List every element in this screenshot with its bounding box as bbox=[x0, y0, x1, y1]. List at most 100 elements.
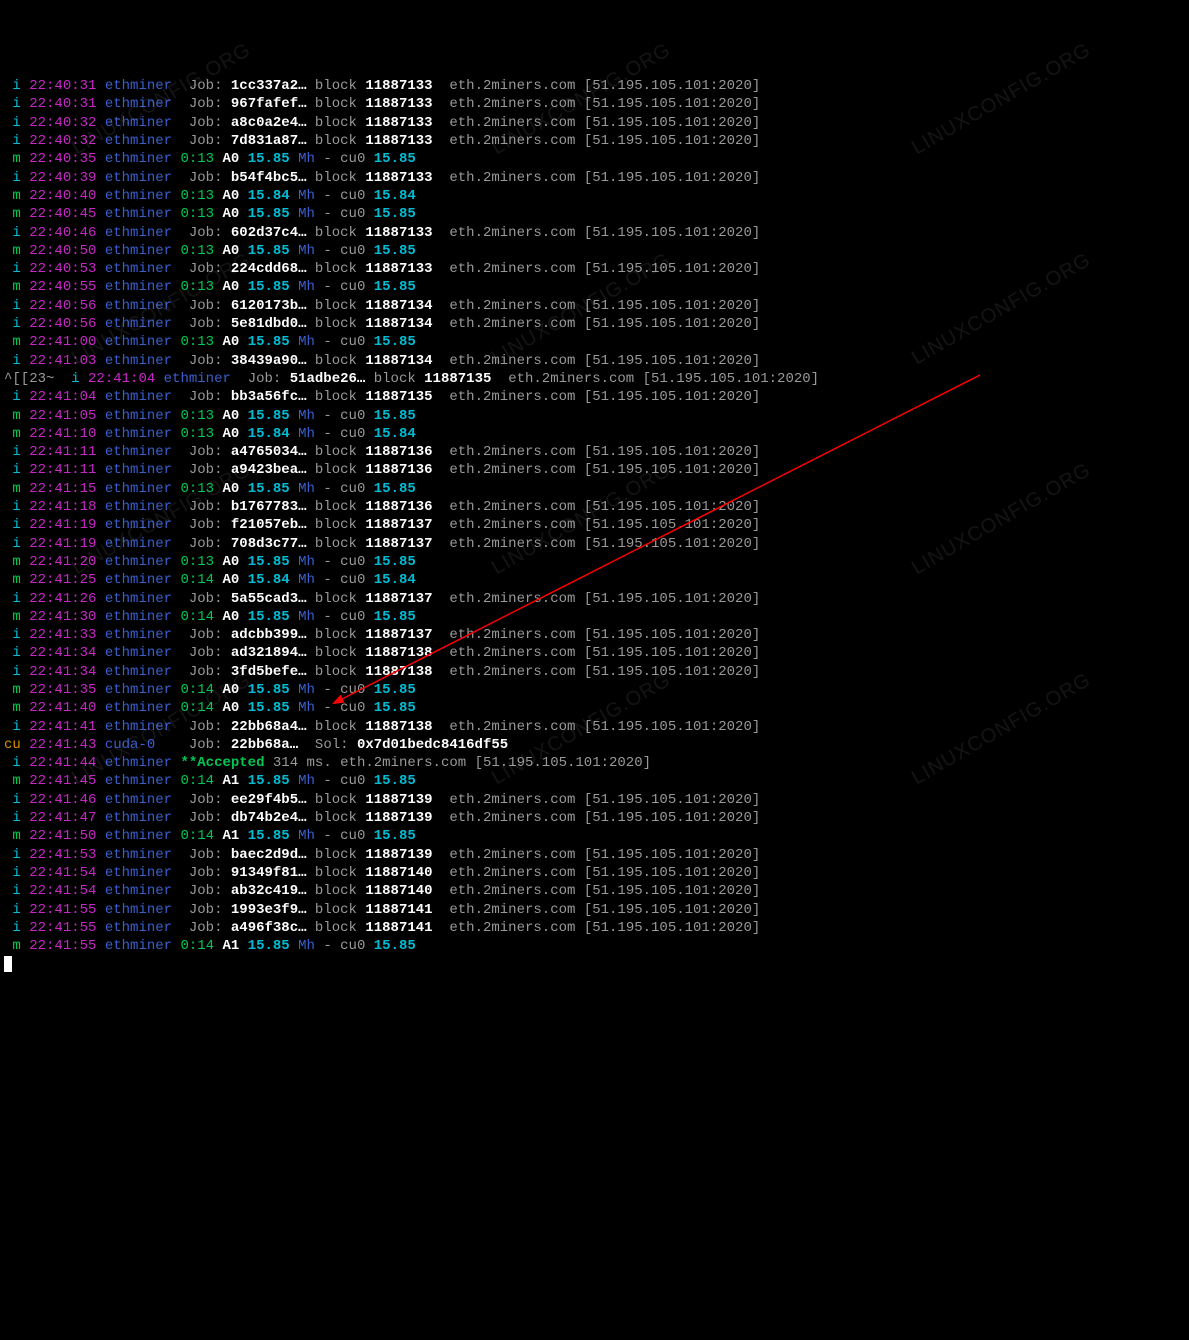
pool-host: eth.2miners.com bbox=[449, 865, 575, 881]
log-level: i bbox=[4, 316, 21, 332]
elapsed-time: 0:14 bbox=[180, 682, 214, 698]
job-hash: 7d831a87… bbox=[231, 133, 307, 149]
pool-endpoint: [51.195.105.101:2020] bbox=[584, 810, 760, 826]
log-level: i bbox=[4, 444, 21, 460]
gpu-hashrate: 15.85 bbox=[374, 408, 416, 424]
gpu-hashrate: 15.85 bbox=[374, 554, 416, 570]
shares-accepted: A0 bbox=[222, 426, 239, 442]
gpu-hashrate: 15.85 bbox=[374, 773, 416, 789]
block-number: 11887134 bbox=[365, 353, 432, 369]
block-number: 11887133 bbox=[365, 225, 432, 241]
pool-endpoint: [51.195.105.101:2020] bbox=[584, 389, 760, 405]
block-number: 11887135 bbox=[365, 389, 432, 405]
elapsed-time: 0:14 bbox=[180, 938, 214, 954]
pool-host: eth.2miners.com bbox=[449, 920, 575, 936]
log-level: m bbox=[4, 828, 21, 844]
log-line: i 22:41:26 ethminer Job: 5a55cad3… block… bbox=[4, 590, 1185, 608]
log-line: i 22:41:55 ethminer Job: 1993e3f9… block… bbox=[4, 901, 1185, 919]
shares-accepted: A0 bbox=[222, 682, 239, 698]
gpu-hashrate: 15.85 bbox=[374, 243, 416, 259]
process-name: ethminer bbox=[105, 572, 172, 588]
log-line: m 22:41:10 ethminer 0:13 A0 15.84 Mh - c… bbox=[4, 425, 1185, 443]
block-number: 11887138 bbox=[365, 645, 432, 661]
pool-host: eth.2miners.com bbox=[449, 298, 575, 314]
log-line: m 22:40:50 ethminer 0:13 A0 15.85 Mh - c… bbox=[4, 242, 1185, 260]
process-name: ethminer bbox=[105, 481, 172, 497]
job-hash: a9423bea… bbox=[231, 462, 307, 478]
shares-accepted: A1 bbox=[222, 828, 239, 844]
elapsed-time: 0:13 bbox=[180, 408, 214, 424]
hashrate: 15.85 bbox=[248, 151, 290, 167]
block-number: 11887136 bbox=[365, 462, 432, 478]
timestamp: 22:41:03 bbox=[29, 353, 96, 369]
log-line: i 22:41:44 ethminer **Accepted 314 ms. e… bbox=[4, 754, 1185, 772]
block-number: 11887138 bbox=[365, 719, 432, 735]
job-hash: 224cdd68… bbox=[231, 261, 307, 277]
job-hash: ad321894… bbox=[231, 645, 307, 661]
block-number: 11887134 bbox=[365, 316, 432, 332]
log-level: i bbox=[4, 225, 21, 241]
hashrate: 15.85 bbox=[248, 481, 290, 497]
elapsed-time: 0:13 bbox=[180, 426, 214, 442]
prompt-line[interactable] bbox=[4, 955, 1185, 973]
block-number: 11887137 bbox=[365, 627, 432, 643]
log-line: m 22:41:40 ethminer 0:14 A0 15.85 Mh - c… bbox=[4, 699, 1185, 717]
timestamp: 22:41:25 bbox=[29, 572, 96, 588]
log-line: i 22:41:53 ethminer Job: baec2d9d… block… bbox=[4, 846, 1185, 864]
gpu-hashrate: 15.84 bbox=[374, 188, 416, 204]
log-level: i bbox=[4, 719, 21, 735]
elapsed-time: 0:13 bbox=[180, 279, 214, 295]
log-level: m bbox=[4, 334, 21, 350]
job-hash: adcbb399… bbox=[231, 627, 307, 643]
hashrate: 15.84 bbox=[248, 188, 290, 204]
process-name: ethminer bbox=[105, 243, 172, 259]
log-level: i bbox=[4, 792, 21, 808]
pool-host: eth.2miners.com bbox=[449, 627, 575, 643]
log-line: m 22:40:45 ethminer 0:13 A0 15.85 Mh - c… bbox=[4, 205, 1185, 223]
pool-host: eth.2miners.com bbox=[449, 645, 575, 661]
process-name: ethminer bbox=[105, 645, 172, 661]
log-level: i bbox=[4, 664, 21, 680]
timestamp: 22:41:05 bbox=[29, 408, 96, 424]
pool-endpoint: [51.195.105.101:2020] bbox=[584, 353, 760, 369]
log-line: i 22:40:31 ethminer Job: 1cc337a2… block… bbox=[4, 77, 1185, 95]
timestamp: 22:40:56 bbox=[29, 298, 96, 314]
log-line: i 22:41:19 ethminer Job: 708d3c77… block… bbox=[4, 535, 1185, 553]
log-line: m 22:41:30 ethminer 0:14 A0 15.85 Mh - c… bbox=[4, 608, 1185, 626]
timestamp: 22:41:00 bbox=[29, 334, 96, 350]
log-line: i 22:41:33 ethminer Job: adcbb399… block… bbox=[4, 626, 1185, 644]
log-level: i bbox=[4, 462, 21, 478]
log-line: i 22:41:04 ethminer Job: bb3a56fc… block… bbox=[4, 388, 1185, 406]
pool-host: eth.2miners.com bbox=[449, 444, 575, 460]
job-hash: 22bb68a4… bbox=[231, 719, 307, 735]
block-number: 11887133 bbox=[365, 96, 432, 112]
timestamp: 22:41:04 bbox=[88, 371, 155, 387]
log-level: i bbox=[4, 115, 21, 131]
pool-host: eth.2miners.com bbox=[449, 499, 575, 515]
log-level: i bbox=[4, 133, 21, 149]
timestamp: 22:41:44 bbox=[29, 755, 96, 771]
hashrate: 15.85 bbox=[248, 609, 290, 625]
log-level: i bbox=[4, 536, 21, 552]
elapsed-time: 0:13 bbox=[180, 243, 214, 259]
log-level: i bbox=[4, 298, 21, 314]
pool-host: eth.2miners.com bbox=[449, 225, 575, 241]
process-name: ethminer bbox=[105, 206, 172, 222]
process-name: ethminer bbox=[105, 462, 172, 478]
process-name: ethminer bbox=[105, 536, 172, 552]
log-level: m bbox=[4, 426, 21, 442]
job-hash: baec2d9d… bbox=[231, 847, 307, 863]
timestamp: 22:41:19 bbox=[29, 517, 96, 533]
pool-host: eth.2miners.com bbox=[449, 883, 575, 899]
pool-host: eth.2miners.com bbox=[449, 810, 575, 826]
log-line: i 22:40:39 ethminer Job: b54f4bc5… block… bbox=[4, 169, 1185, 187]
log-line: m 22:41:50 ethminer 0:14 A1 15.85 Mh - c… bbox=[4, 827, 1185, 845]
log-level: i bbox=[4, 883, 21, 899]
gpu-hashrate: 15.85 bbox=[374, 151, 416, 167]
pool-endpoint: [51.195.105.101:2020] bbox=[584, 261, 760, 277]
hashrate: 15.85 bbox=[248, 773, 290, 789]
timestamp: 22:40:35 bbox=[29, 151, 96, 167]
pool-host: eth.2miners.com bbox=[449, 353, 575, 369]
process-name: ethminer bbox=[105, 408, 172, 424]
log-line: cu 22:41:43 cuda-0 Job: 22bb68a… Sol: 0x… bbox=[4, 736, 1185, 754]
